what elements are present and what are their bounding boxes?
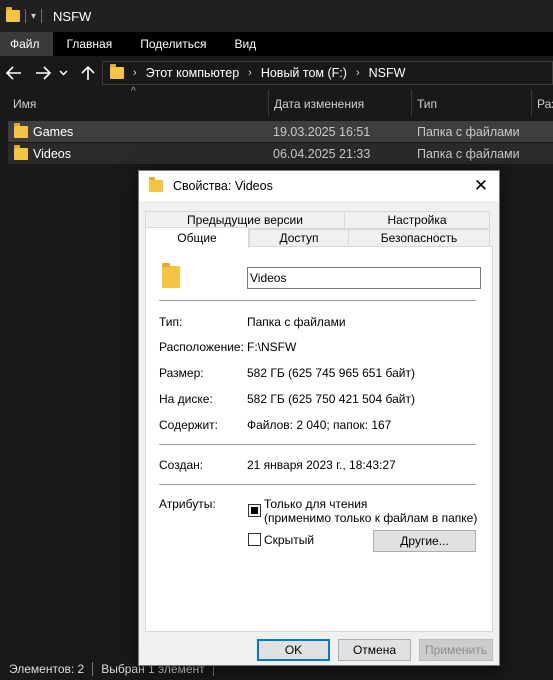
tab-file[interactable]: Файл [0, 32, 53, 56]
list-item[interactable]: Videos 06.04.2025 21:33 Папка с файлами [8, 143, 553, 164]
tab-sharing[interactable]: Доступ [249, 229, 349, 247]
quick-access-dropdown-icon[interactable]: ▾ [31, 11, 36, 22]
separator [92, 662, 94, 676]
window-title: NSFW [53, 8, 92, 24]
tab-home[interactable]: Главная [53, 32, 127, 56]
dialog-title: Свойства: Videos [173, 179, 273, 193]
folder-icon [110, 64, 124, 79]
forward-arrow-icon[interactable] [32, 62, 54, 84]
size-value: 582 ГБ (625 745 965 651 байт) [247, 366, 415, 380]
column-name[interactable]: Имя [8, 90, 268, 117]
list-item[interactable]: Games 19.03.2025 16:51 Папка с файлами [8, 121, 553, 142]
dialog-title-bar[interactable]: Свойства: Videos ✕ [139, 171, 499, 201]
tab-customize[interactable]: Настройка [344, 211, 490, 229]
folder-icon [14, 122, 28, 138]
separator [25, 9, 26, 23]
contains-label: Содержит: [159, 418, 218, 432]
divider [159, 444, 476, 445]
size-on-disk-value: 582 ГБ (625 750 421 504 байт) [247, 392, 415, 406]
divider [159, 484, 476, 485]
file-date: 06.04.2025 21:33 [273, 146, 371, 161]
other-attributes-button[interactable]: Другие... [373, 530, 476, 552]
contains-value: Файлов: 2 040; папок: 167 [247, 418, 392, 432]
title-bar: ▾ NSFW [0, 0, 553, 32]
separator [41, 9, 43, 23]
tab-view[interactable]: Вид [220, 32, 270, 56]
folder-icon [149, 177, 163, 192]
file-date: 19.03.2025 16:51 [273, 124, 371, 139]
attributes-label: Атрибуты: [159, 497, 216, 511]
cancel-button[interactable]: Отмена [338, 639, 411, 661]
folder-icon [14, 144, 28, 160]
breadcrumb-chevron-icon[interactable]: › [133, 67, 137, 79]
size-label: Размер: [159, 366, 204, 380]
column-date[interactable]: Дата изменения [268, 90, 411, 117]
column-header: ^ Имя Дата изменения Тип Раз [0, 86, 553, 117]
folder-icon [162, 263, 180, 288]
item-count: Элементов: 2 [9, 662, 85, 676]
type-value: Папка с файлами [247, 315, 346, 329]
divider [159, 300, 476, 301]
file-type: Папка с файлами [417, 124, 520, 139]
location-value: F:\NSFW [247, 340, 297, 354]
file-type: Папка с файлами [417, 146, 520, 161]
readonly-note: (применимо только к файлам в папке) [264, 511, 478, 525]
ribbon-tabs: Файл Главная Поделиться Вид [0, 32, 553, 56]
navigation-bar: › Этот компьютер › Новый том (F:) › NSFW [0, 56, 553, 90]
ok-button[interactable]: OK [257, 639, 330, 661]
location-label: Расположение: [159, 340, 244, 354]
breadcrumb-chevron-icon[interactable]: › [356, 67, 360, 79]
up-arrow-icon[interactable] [77, 62, 99, 84]
hidden-checkbox[interactable] [248, 533, 261, 546]
breadcrumb-chevron-icon[interactable]: › [248, 67, 252, 79]
recent-chevron-icon[interactable] [56, 62, 70, 84]
file-name: Videos [33, 146, 71, 161]
column-size[interactable]: Раз [531, 90, 553, 117]
size-on-disk-label: На диске: [159, 392, 213, 406]
file-name: Games [33, 124, 74, 139]
folder-icon [6, 7, 20, 22]
tab-share[interactable]: Поделиться [126, 32, 220, 56]
readonly-checkbox[interactable] [248, 504, 261, 517]
breadcrumb-current[interactable]: NSFW [369, 66, 406, 80]
close-icon[interactable]: ✕ [471, 176, 491, 196]
created-label: Создан: [159, 458, 204, 472]
back-arrow-icon[interactable] [3, 62, 25, 84]
column-type[interactable]: Тип [411, 90, 531, 117]
general-panel [145, 246, 493, 632]
tab-security[interactable]: Безопасность [348, 229, 490, 247]
type-label: Тип: [159, 315, 183, 329]
created-value: 21 января 2023 г., 18:43:27 [247, 458, 396, 472]
properties-dialog: Свойства: Videos ✕ Предыдущие версии Нас… [138, 170, 500, 666]
breadcrumb-this-pc[interactable]: Этот компьютер [146, 66, 239, 80]
hidden-label: Скрытый [264, 533, 315, 547]
readonly-label: Только для чтения [264, 497, 368, 511]
tab-general[interactable]: Общие [145, 227, 249, 248]
folder-name-input[interactable]: Videos [247, 267, 481, 289]
apply-button[interactable]: Применить [419, 639, 493, 661]
breadcrumb-drive[interactable]: Новый том (F:) [261, 66, 347, 80]
address-bar[interactable]: › Этот компьютер › Новый том (F:) › NSFW [102, 61, 553, 85]
